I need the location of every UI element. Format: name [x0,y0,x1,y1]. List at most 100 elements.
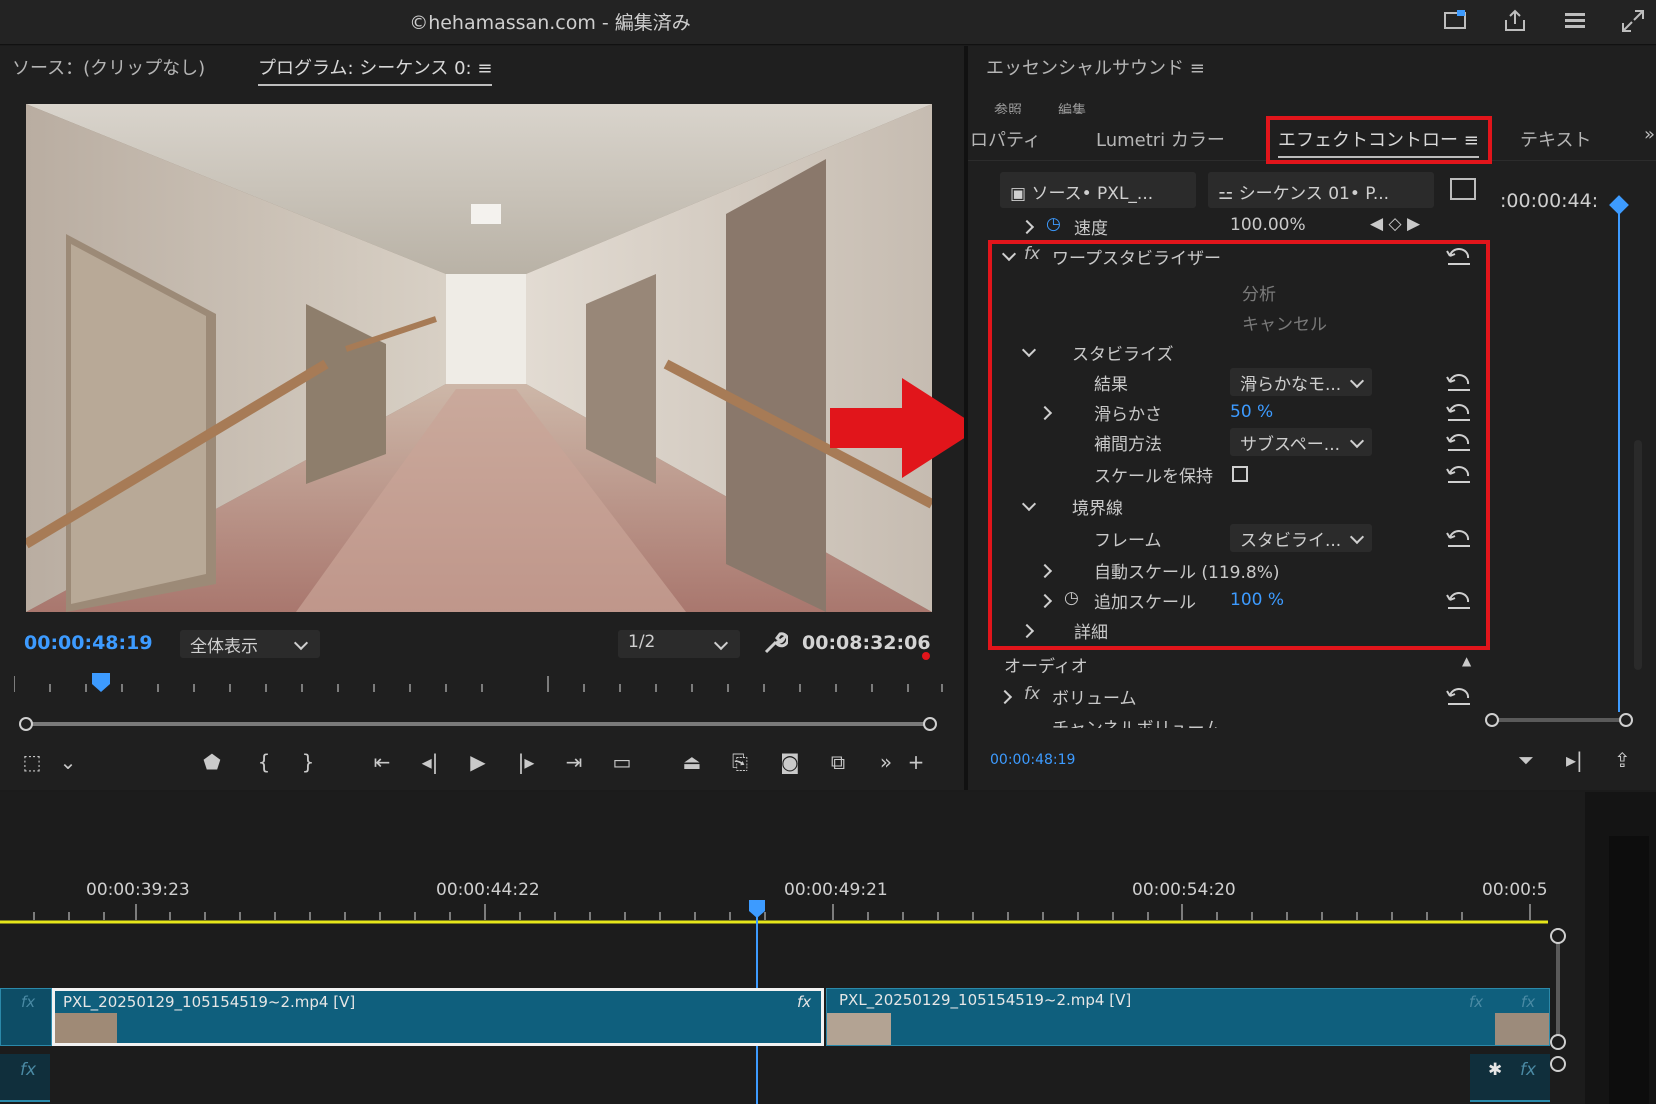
sequence-selector-label: シーケンス 01• P... [1238,184,1390,204]
export-icon[interactable]: ⇪ [1614,748,1631,772]
expand-chevron-icon[interactable] [1037,405,1053,421]
essential-sound-tab[interactable]: エッセンシャルサウンド ≡ [986,54,1205,80]
clip-fragment[interactable]: fx [0,988,52,1046]
clip-fragment[interactable]: fx [0,1054,50,1102]
clip-selected[interactable]: PXL_20250129_105154519~2.mp4 [V] fx [52,988,824,1046]
monitor-zoom-bar[interactable] [18,716,938,732]
tab-effect-controls[interactable]: エフェクトコントロー ≡ [1278,126,1479,158]
tab-lumetri-color[interactable]: Lumetri カラー [1096,126,1225,152]
expand-chevron-icon[interactable] [1037,593,1053,609]
effect-footer-time: 00:00:48:19 [990,752,1076,768]
expand-chevron-icon[interactable] [1019,623,1035,639]
method-label: 補間方法 [1094,435,1162,455]
monitor-current-time[interactable]: 00:00:48:19 [24,632,153,654]
tab-properties[interactable]: ロパティ [970,126,1041,152]
wrench-icon[interactable] [762,630,790,656]
go-to-in-icon[interactable]: ⇤ [368,748,396,776]
tab-source[interactable]: ソース：(クリップなし) [12,54,205,80]
scroll-handle[interactable] [1550,928,1566,944]
zoom-select[interactable]: 全体表示 [180,630,320,658]
keep-scale-label: スケールを保持 [1094,467,1213,487]
extract-icon[interactable]: ⎘ [726,748,754,776]
step-forward-icon[interactable]: |▸ [512,748,540,776]
sequence-selector[interactable]: ⚍ シーケンス 01• P... [1208,172,1434,208]
reset-icon[interactable] [1446,590,1472,610]
method-select-value: サブスペー... [1240,435,1341,455]
comparison-view-icon[interactable]: ▭ [608,748,636,776]
expand-chevron-icon[interactable] [1037,563,1053,579]
expand-chevron-icon[interactable] [997,689,1013,705]
mark-in-icon[interactable]: { [250,748,278,776]
star-icon: ✱ [1488,1060,1503,1080]
source-selector[interactable]: ▣ ソース• PXL_... [1000,172,1196,208]
add-scale-value[interactable]: 100 % [1230,590,1284,610]
stopwatch-icon[interactable]: ◷ [1046,214,1061,234]
expand-chevron-icon[interactable] [1019,219,1035,235]
timeline-ruler[interactable] [0,900,1550,926]
clip-fragment[interactable]: ✱ fx [1470,1054,1550,1102]
scroll-handle[interactable] [1550,1056,1566,1072]
reset-icon[interactable] [1446,246,1472,266]
panel-menu-icon[interactable]: ≡ [477,58,492,79]
timeline-scrollbar[interactable] [1556,928,1560,1048]
tab-text[interactable]: テキスト [1520,126,1591,152]
panel-toggle-icon[interactable] [1450,178,1476,200]
monitor-icon[interactable] [1442,8,1468,34]
fx-badge-icon[interactable]: fx [797,993,811,1011]
analyze-button[interactable]: 分析 [1242,280,1276,305]
panel-menu-icon[interactable]: ≡ [1184,58,1205,79]
collapse-up-icon[interactable]: ▲ [1462,654,1471,668]
go-to-out-icon[interactable]: ⇥ [560,748,588,776]
sub-tab-edit[interactable]: 編集 [1058,100,1086,114]
play-audio-icon[interactable]: ▸| [1566,748,1583,772]
frame-select[interactable]: スタビライ... [1230,524,1372,552]
reset-icon[interactable] [1446,372,1472,392]
keep-scale-checkbox[interactable] [1232,466,1248,482]
clip[interactable]: PXL_20250129_105154519~2.mp4 [V] fx fx [826,988,1550,1046]
resolution-select[interactable]: 1/2 [618,630,740,658]
effect-scrollbar[interactable] [1634,440,1642,670]
tab-program[interactable]: プログラム: シーケンス 0: ≡ [258,54,493,86]
reset-icon[interactable] [1446,432,1472,452]
sub-tab-browse[interactable]: 参照 [994,100,1022,114]
panel-menu-icon[interactable]: ≡ [1458,130,1479,151]
fx-icon[interactable]: fx [1024,244,1040,264]
overlay-icon[interactable]: ⧉ [824,748,852,776]
lift-icon[interactable]: ⏏ [678,748,706,776]
speed-value[interactable]: 100.00% [1230,215,1306,235]
add-button-icon[interactable]: + [902,748,930,776]
collapse-chevron-icon[interactable] [1021,496,1037,512]
cancel-button[interactable]: キャンセル [1242,310,1327,335]
safe-margins-icon[interactable]: ⬚ [18,748,46,776]
smoothness-value[interactable]: 50 % [1230,402,1273,422]
collapse-chevron-icon[interactable] [1021,342,1037,358]
reset-icon[interactable] [1446,528,1472,548]
add-marker-icon[interactable]: ⬟ [198,748,226,776]
chevron-down-icon[interactable]: ⌄ [54,748,82,776]
stopwatch-icon[interactable]: ◷ [1064,588,1079,608]
mark-out-icon[interactable]: } [294,748,322,776]
timeline-panel [0,792,1585,1104]
monitor-ruler[interactable] [13,670,944,700]
smoothness-row: 滑らかさ 50 % [968,398,1488,428]
fullscreen-icon[interactable] [1620,8,1646,34]
filter-icon[interactable]: ⏷ [1518,748,1534,772]
keyframe-nav-icon[interactable]: ◀ ◇ ▶ [1370,214,1420,234]
step-back-icon[interactable]: ◂| [416,748,444,776]
method-select[interactable]: サブスペー... [1230,428,1372,456]
effect-zoom-slider[interactable] [1484,710,1634,730]
reset-icon[interactable] [1446,464,1472,484]
clip-thumbnail [827,1013,891,1045]
result-select[interactable]: 滑らかなモ... [1230,368,1372,396]
collapse-chevron-icon[interactable] [1001,246,1017,262]
reset-icon[interactable] [1446,402,1472,422]
share-icon[interactable] [1502,8,1528,34]
menu-icon[interactable] [1562,8,1588,34]
reset-icon[interactable] [1446,686,1472,706]
more-icon[interactable]: » [872,748,900,776]
camera-icon[interactable]: ◙ [776,748,804,776]
play-icon[interactable]: ▶ [464,748,492,776]
panel-overflow-icon[interactable]: » [1644,124,1655,145]
scroll-handle[interactable] [1550,1034,1566,1050]
fx-icon[interactable]: fx [1024,684,1040,704]
